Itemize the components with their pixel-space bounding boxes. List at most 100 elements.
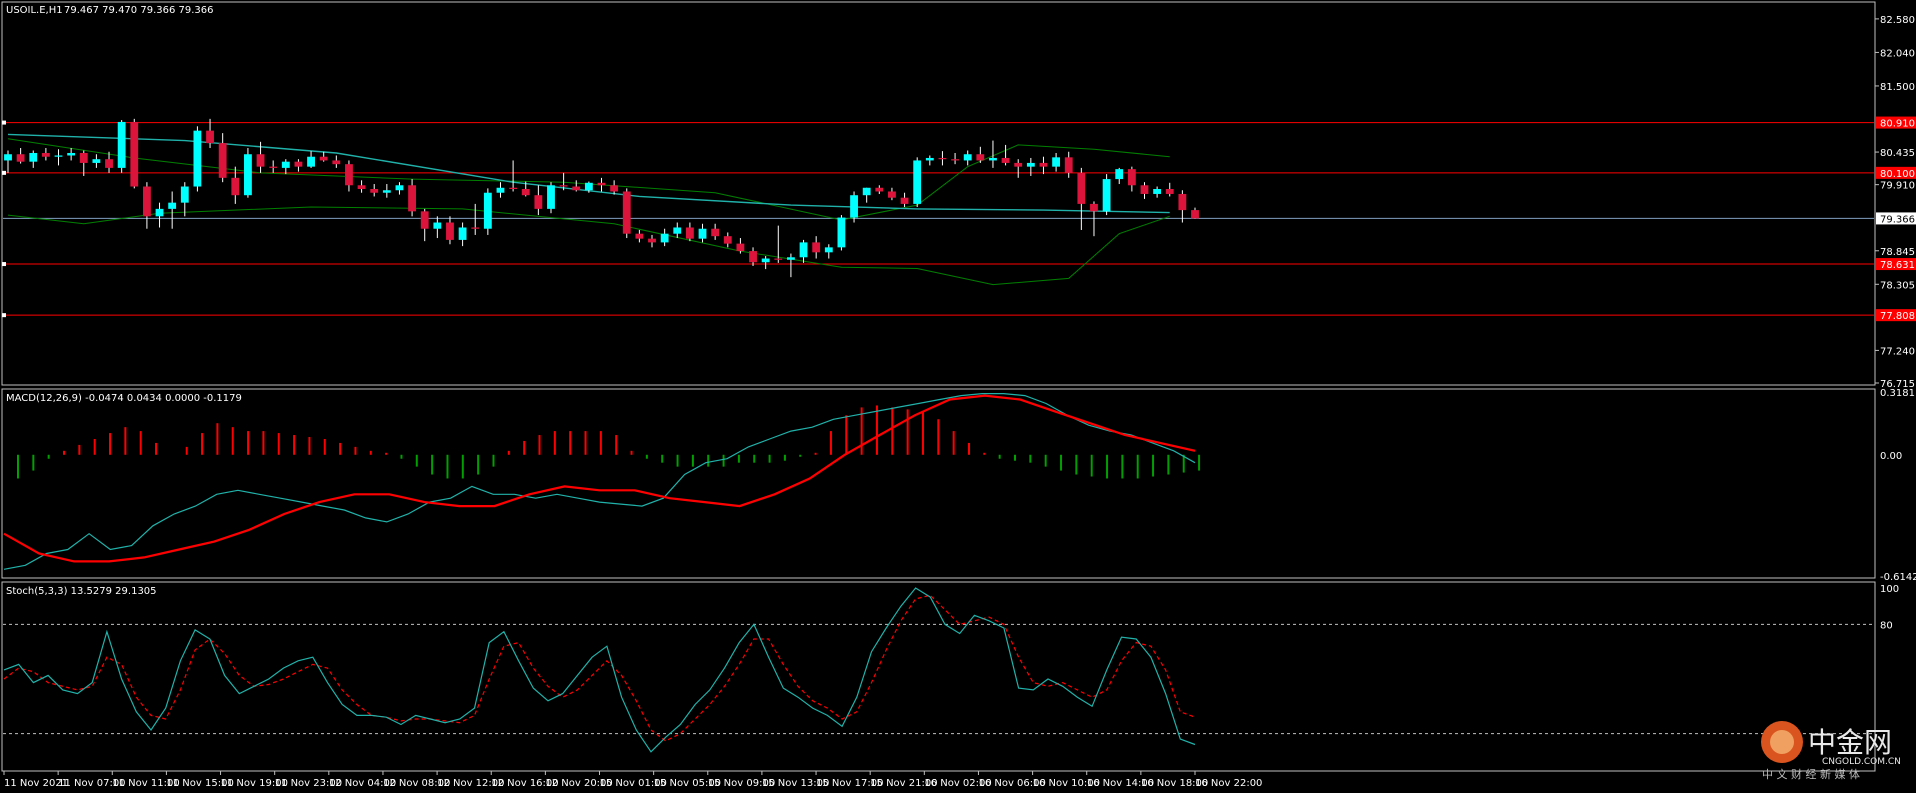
macd-tick-label: 0.00 [1880, 451, 1902, 462]
candle-body [685, 227, 694, 239]
candle-body [837, 217, 846, 248]
candle-body [395, 185, 404, 191]
candle-body [155, 208, 164, 217]
candle-body [256, 154, 265, 167]
level-price-label: 80.910 [1880, 119, 1915, 130]
candle-body [357, 185, 366, 189]
price-tick-label: 81.500 [1880, 82, 1915, 93]
candle-body [1052, 157, 1061, 167]
candle-body [269, 166, 278, 168]
candle-body [1001, 157, 1010, 163]
level-price-label: 78.631 [1880, 260, 1915, 271]
candle-body [597, 182, 606, 186]
candle-body [332, 160, 341, 165]
candle-body [16, 154, 25, 162]
candle-body [1165, 188, 1174, 194]
candle-body [761, 258, 770, 263]
price-tick-label: 79.910 [1880, 181, 1915, 192]
candle-body [130, 121, 139, 187]
candle-body [951, 159, 959, 161]
candle-body [1153, 188, 1162, 194]
candle-body [1026, 162, 1035, 167]
candle-body [180, 186, 189, 203]
price-tick-label: 82.040 [1880, 48, 1915, 59]
candle-body [862, 187, 871, 196]
candle-body [193, 130, 202, 187]
candle-body [572, 186, 581, 191]
candle-body [547, 185, 555, 209]
candle-body [698, 228, 707, 239]
candle-body [1090, 203, 1098, 212]
price-tick-label: 78.305 [1880, 280, 1915, 291]
candle-body [635, 233, 644, 239]
candle-body [54, 155, 63, 157]
candle-body [976, 154, 985, 161]
candle-body [433, 222, 442, 229]
cngold-logo-inner [1770, 730, 1794, 754]
level-anchor [2, 170, 6, 175]
watermark-site: CNGOLD.COM.CN [1822, 757, 1901, 767]
candle-body [1039, 162, 1048, 167]
candle-body [660, 233, 669, 243]
candle-body [875, 187, 884, 192]
candle-body [471, 227, 480, 229]
candle-body [610, 185, 619, 192]
stoch-tick-label: 100 [1880, 584, 1899, 595]
level-anchor [2, 262, 6, 267]
symbol-label: USOIL.E,H1 [6, 5, 63, 16]
candle-body [673, 227, 682, 234]
candle-body [584, 182, 593, 191]
candle-body [736, 243, 745, 252]
candle-body [294, 161, 303, 167]
candle-body [938, 157, 947, 160]
candle-body [496, 187, 505, 193]
candle-body [559, 185, 568, 187]
stoch-header: Stoch(5,3,3) 13.5279 29.1305 [6, 586, 157, 597]
macd-tick-label: 0.3181 [1880, 388, 1915, 399]
candle-body [168, 202, 177, 209]
candle-body [1077, 172, 1086, 204]
candle-body [1140, 185, 1149, 194]
candle-body [509, 187, 518, 189]
time-tick-label: 16 Nov 22:00 [1195, 778, 1262, 789]
candle-body [307, 156, 315, 167]
candle-body [67, 152, 76, 156]
macd-header: MACD(12,26,9) -0.0474 0.0434 0.0000 -0.1… [6, 393, 242, 404]
level-price-label: 80.100 [1880, 169, 1915, 180]
candle-body [648, 238, 656, 243]
candle-body [446, 222, 454, 240]
candle-body [1014, 162, 1023, 167]
chart-canvas: 82.580 82.040 81.500 80.435 79.910 78.845 78.3… [0, 0, 1916, 793]
candle-body [41, 152, 50, 157]
candle-body [244, 154, 252, 196]
candle-body [1191, 210, 1199, 219]
candle-body [850, 195, 858, 218]
candle-body [281, 161, 290, 168]
candle-body [231, 177, 240, 196]
candle-body [534, 195, 543, 209]
candle-body [105, 159, 113, 168]
candle-body [142, 186, 151, 217]
candle-body [521, 188, 530, 196]
candle-body [4, 154, 12, 161]
price-tick-label: 77.240 [1880, 346, 1915, 357]
candle-body [420, 211, 429, 229]
candle-body [117, 121, 126, 168]
candle-body [963, 154, 972, 161]
price-tick-label: 80.435 [1880, 148, 1915, 159]
candle-body [29, 152, 38, 162]
candle-body [1127, 169, 1136, 186]
candle-body [812, 242, 821, 253]
ohlc-readout: 79.467 79.470 79.366 79.366 [64, 5, 214, 16]
candle-body [1115, 169, 1124, 180]
candle-body [824, 247, 833, 253]
macd-tick-label: -0.6142 [1880, 572, 1916, 583]
candle-body [1102, 179, 1111, 212]
level-anchor [2, 313, 6, 318]
candle-body [483, 192, 492, 229]
price-tick-label: 82.580 [1880, 15, 1915, 26]
price-tick-label: 78.845 [1880, 247, 1915, 258]
candle-body [370, 188, 379, 193]
candle-body [206, 130, 214, 144]
candle-body [458, 227, 467, 240]
